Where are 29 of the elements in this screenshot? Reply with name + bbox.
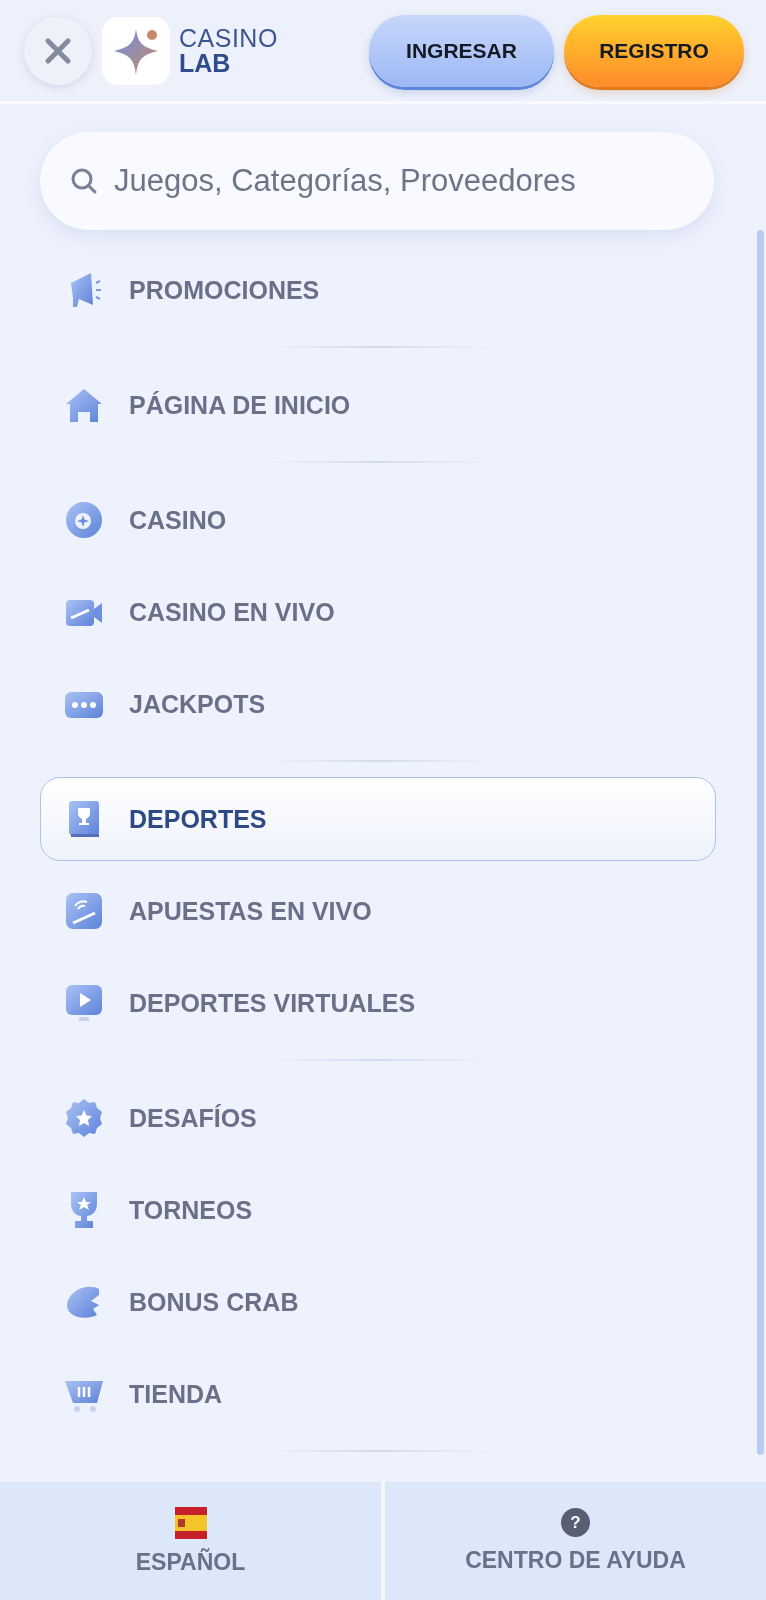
login-button[interactable]: INGRESAR (369, 14, 554, 87)
menu-item[interactable]: DEPORTES VIRTUALES (40, 957, 716, 1049)
search-icon (70, 167, 98, 195)
menu-item[interactable]: APUESTAS EN VIVO (40, 865, 716, 957)
menu-item[interactable]: CASINO (40, 474, 716, 566)
monitor-icon (63, 982, 105, 1024)
chip-icon (63, 499, 105, 541)
search-field[interactable]: Juegos, Categorías, Proveedores (40, 132, 714, 230)
register-button[interactable]: REGISTRO (564, 14, 744, 87)
menu-item[interactable]: JACKPOTS (40, 658, 716, 750)
menu-item[interactable]: CASINO EN VIVO (40, 566, 716, 658)
menu-item[interactable]: BONUS CRAB (40, 1256, 716, 1348)
language-button[interactable]: ESPAÑOL (0, 1482, 381, 1600)
scrollbar[interactable] (757, 230, 764, 1455)
close-button[interactable] (24, 16, 92, 85)
menu-item[interactable]: PROMOCIONES (40, 244, 716, 336)
logo-wordmark: LAB (179, 50, 232, 76)
badge-icon (63, 1097, 105, 1139)
logo-wordmark: CASINO (179, 25, 278, 51)
menu-item[interactable]: TIENDA (40, 1348, 716, 1440)
signal-icon (63, 890, 105, 932)
menu-item[interactable]: TORNEOS (40, 1164, 716, 1256)
menu-item[interactable]: DEPORTES (40, 777, 716, 861)
menu-item[interactable]: PÁGINA DE INICIO (40, 359, 716, 451)
flag-icon (174, 1506, 207, 1539)
help-icon: ? (561, 1508, 590, 1537)
menu-item[interactable]: DESAFÍOS (40, 1072, 716, 1164)
close-icon (43, 35, 73, 66)
help-button[interactable]: ? CENTRO DE AYUDA (385, 1482, 766, 1600)
